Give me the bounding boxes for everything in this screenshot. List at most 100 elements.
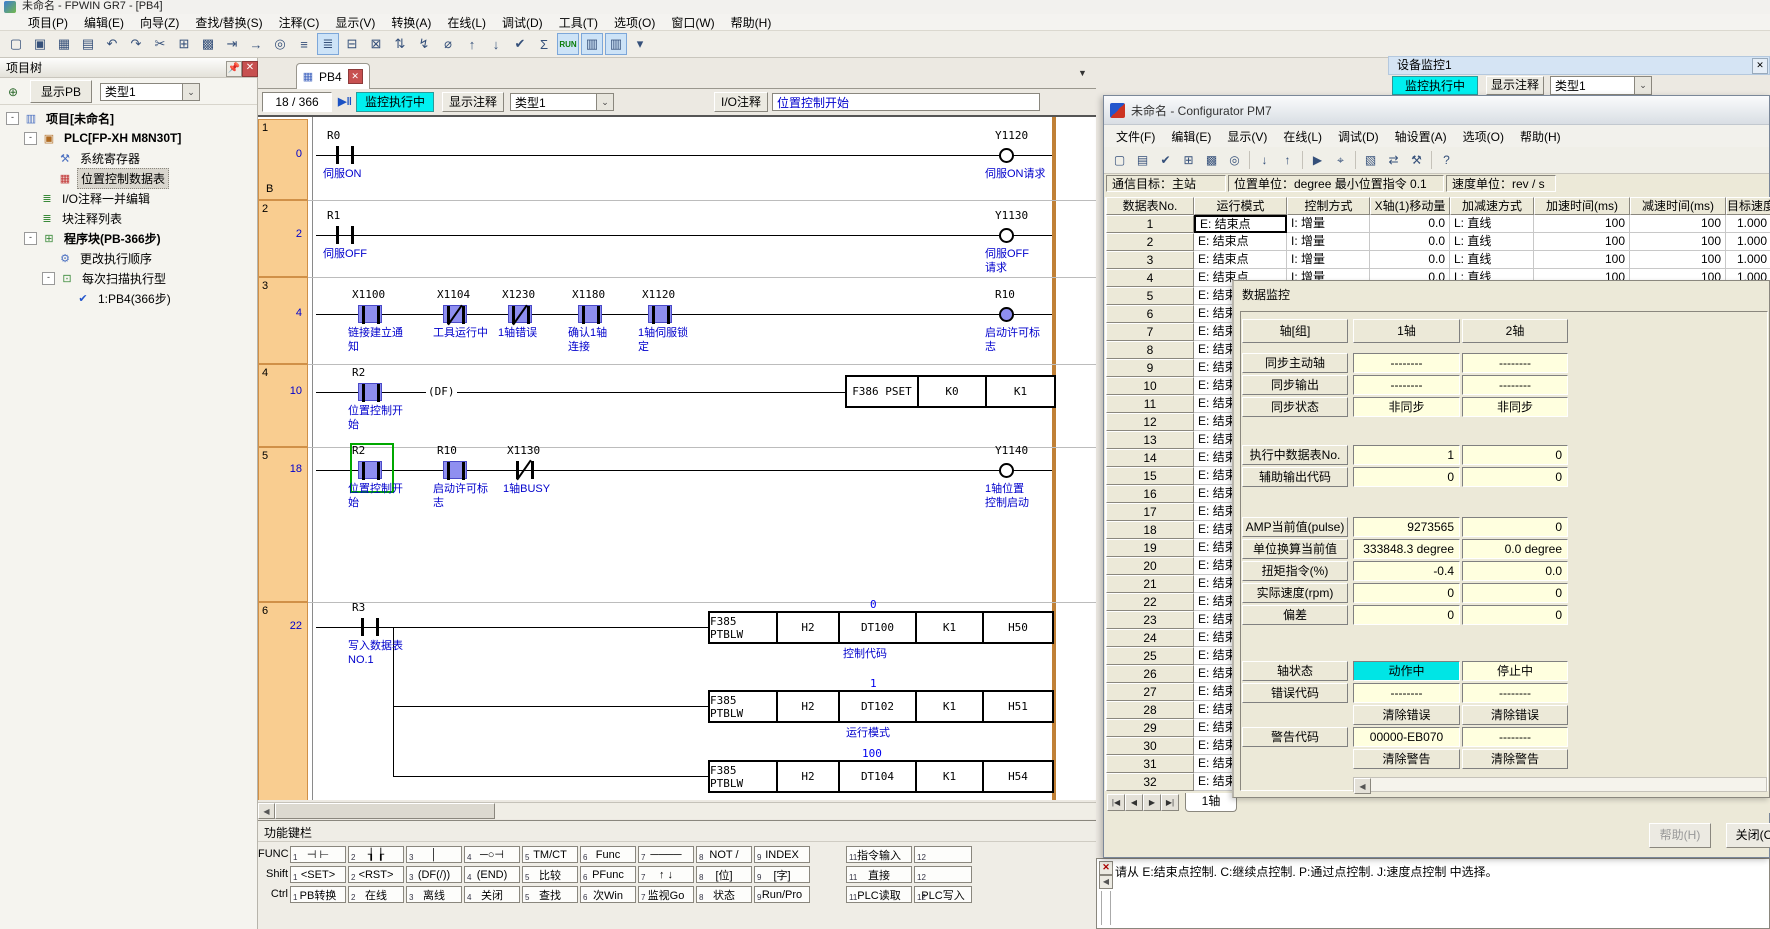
device-monitor-close-icon[interactable]: ✕ (1752, 58, 1768, 74)
tree-item-label[interactable]: 位置控制数据表 (77, 168, 169, 189)
contact-R3[interactable] (358, 618, 382, 636)
copy-icon[interactable]: ⊞ (173, 33, 195, 55)
convert-icon[interactable]: ⊠ (365, 33, 387, 55)
axis-nav-button[interactable]: ▶| (1161, 794, 1179, 811)
contact-X1100[interactable] (358, 305, 382, 323)
function-key[interactable]: 关闭4 (464, 886, 520, 903)
table-row-number[interactable]: 19 (1106, 539, 1194, 557)
function-key[interactable]: 查找5 (522, 886, 578, 903)
expand-collapse-icon[interactable]: - (24, 232, 37, 245)
table-cell[interactable]: E: 结束点 (1194, 233, 1287, 251)
message-prev-icon[interactable]: ◀ (1099, 875, 1113, 889)
cfg-menu-item[interactable]: 调试(D) (1330, 127, 1387, 146)
tree-item[interactable]: -▥项目[未命名] (0, 108, 257, 128)
function-key[interactable]: TM/CT5 (522, 846, 578, 863)
function-key[interactable]: ⊣ ⊢1 (290, 846, 346, 863)
function-key[interactable]: Run/Pro9 (754, 886, 810, 903)
toolbar-more-icon[interactable]: ▾ (629, 33, 651, 55)
save-icon[interactable]: ▦ (53, 33, 75, 55)
table-row-number[interactable]: 11 (1106, 395, 1194, 413)
function-key[interactable]: 12 (914, 866, 972, 883)
table-row-number[interactable]: 28 (1106, 701, 1194, 719)
jump-icon[interactable]: → (245, 33, 267, 55)
contact-X1104[interactable] (443, 305, 467, 323)
function-key[interactable]: ┧ ┟2 (348, 846, 404, 863)
table-row-number[interactable]: 17 (1106, 503, 1194, 521)
contact-X1230[interactable] (508, 305, 532, 323)
contact-X1130[interactable] (513, 461, 537, 479)
device-show-comment-button[interactable]: 显示注释 (1486, 76, 1544, 95)
contact-R2[interactable] (358, 383, 382, 401)
cfg-menu-item[interactable]: 编辑(E) (1163, 127, 1219, 146)
table-cell[interactable]: I: 增量 (1287, 233, 1370, 251)
cfg-new-icon[interactable]: ▢ (1109, 150, 1130, 171)
tree-item-label[interactable]: 项目[未命名] (43, 109, 117, 128)
table-row-number[interactable]: 20 (1106, 557, 1194, 575)
table-cell[interactable]: L: 直线 (1450, 215, 1534, 233)
find-icon[interactable]: ◎ (269, 33, 291, 55)
function-key[interactable]: (DF(/))3 (406, 866, 462, 883)
table-cell[interactable]: 0.0 (1370, 233, 1450, 251)
cfg-menu-item[interactable]: 选项(O) (1455, 127, 1512, 146)
table-row-number[interactable]: 3 (1106, 251, 1194, 269)
scroll-left-icon[interactable]: ◀ (1354, 778, 1371, 794)
tree-item[interactable]: -▣PLC[FP-XH M8N30T] (0, 128, 257, 148)
expand-collapse-icon[interactable]: - (6, 112, 19, 125)
mode-change-icon[interactable]: ⇅ (389, 33, 411, 55)
tree-item-label[interactable]: PLC[FP-XH M8N30T] (61, 130, 184, 146)
status-monitor-icon[interactable]: ▥ (581, 33, 603, 55)
cfg-data-edit-icon[interactable]: ▧ (1360, 150, 1381, 171)
table-row-number[interactable]: 2 (1106, 233, 1194, 251)
run-mode-icon[interactable]: RUN (557, 33, 579, 55)
cfg-upload-icon[interactable]: ↑ (1277, 150, 1298, 171)
totalize-icon[interactable]: Σ (533, 33, 555, 55)
menu-item-T[interactable]: 工具(T) (551, 13, 606, 32)
function-key[interactable]: INDEX9 (754, 846, 810, 863)
cfg-position-icon[interactable]: ⌖ (1330, 150, 1351, 171)
table-row-number[interactable]: 8 (1106, 341, 1194, 359)
tree-item[interactable]: -⊞程序块(PB-366步) (0, 228, 257, 248)
contact-R0[interactable] (333, 146, 357, 164)
menu-item-H[interactable]: 帮助(H) (723, 13, 780, 32)
table-cell[interactable]: 100 (1630, 251, 1726, 269)
tab-close-icon[interactable]: ✕ (348, 69, 363, 84)
close-button[interactable]: 关闭(C) (1726, 823, 1770, 848)
table-cell[interactable]: I: 增量 (1287, 251, 1370, 269)
download-icon[interactable]: ↓ (485, 33, 507, 55)
message-close-icon[interactable]: ✕ (1099, 861, 1113, 875)
function-key[interactable]: PLC写入12 (914, 886, 972, 903)
tree-filter-icon[interactable]: ⊕ (4, 83, 22, 101)
function-key[interactable]: ─○⊣4 (464, 846, 520, 863)
insert-row-icon[interactable]: ⇥ (221, 33, 243, 55)
scroll-thumb[interactable] (275, 803, 495, 819)
function-key[interactable]: 次Win6 (580, 886, 636, 903)
table-row-number[interactable]: 13 (1106, 431, 1194, 449)
offline-icon[interactable]: ⌀ (437, 33, 459, 55)
table-row-number[interactable]: 23 (1106, 611, 1194, 629)
cfg-edit-icon[interactable]: ▤ (1132, 150, 1153, 171)
table-cell[interactable]: 0.0 (1370, 251, 1450, 269)
table-cell[interactable]: E: 结束点 (1194, 215, 1287, 233)
show-comment-button[interactable]: 显示注释 (442, 92, 504, 112)
show-pb-button[interactable]: 显示PB (30, 80, 92, 103)
chevron-down-icon[interactable]: ⌄ (596, 94, 613, 110)
cfg-menu-item[interactable]: 文件(F) (1108, 127, 1163, 146)
function-key[interactable]: [字]9 (754, 866, 810, 883)
table-row-number[interactable]: 27 (1106, 683, 1194, 701)
table-row-number[interactable]: 22 (1106, 593, 1194, 611)
tree-item[interactable]: ≣I/O注释一并编辑 (0, 188, 257, 208)
pb-convert-icon[interactable]: ⊟ (341, 33, 363, 55)
table-row-number[interactable]: 32 (1106, 773, 1194, 791)
chevron-down-icon[interactable]: ⌄ (1634, 77, 1651, 94)
cfg-tool-icon[interactable]: ⚒ (1406, 150, 1427, 171)
clear-warning-button[interactable]: 清除警告 (1462, 749, 1568, 769)
table-row-number[interactable]: 31 (1106, 755, 1194, 773)
function-key[interactable]: 监视Go7 (638, 886, 694, 903)
function-key[interactable]: 离线3 (406, 886, 462, 903)
tree-item[interactable]: ▦位置控制数据表 (0, 168, 257, 188)
table-row-number[interactable]: 26 (1106, 665, 1194, 683)
contact-X1120[interactable] (648, 305, 672, 323)
instruction-box[interactable]: F385 PTBLWH2DT104K1H54 (708, 760, 1054, 793)
menu-item-V[interactable]: 显示(V) (327, 13, 383, 32)
print-icon[interactable]: ▤ (77, 33, 99, 55)
